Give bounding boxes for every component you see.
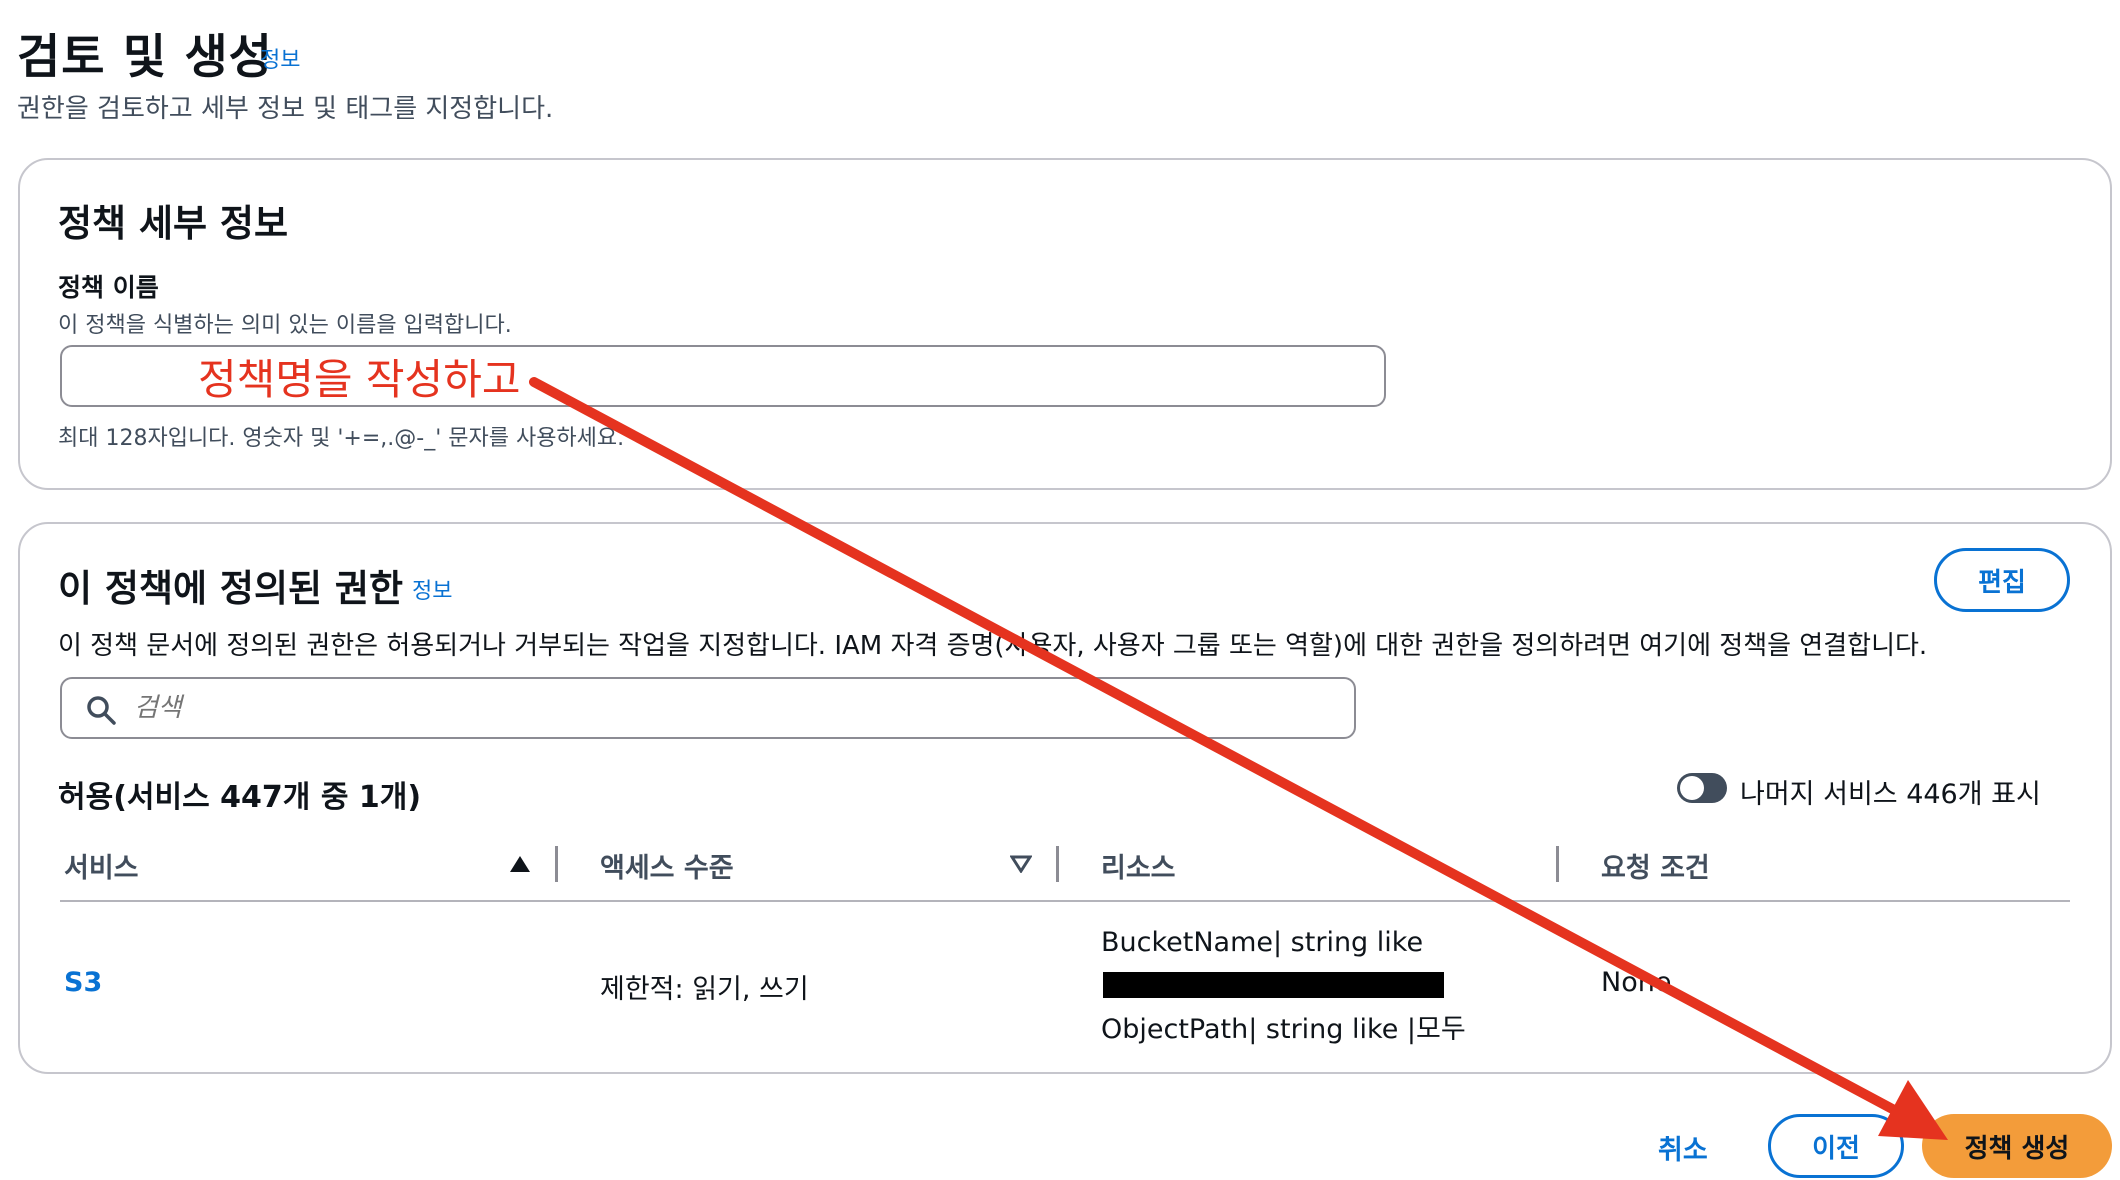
column-request-condition[interactable]: 요청 조건	[1601, 846, 1710, 885]
column-access-level[interactable]: 액세스 수준	[600, 846, 734, 885]
info-link[interactable]: 정보	[260, 42, 300, 74]
search-box[interactable]	[60, 677, 1356, 739]
policy-details-heading: 정책 세부 정보	[58, 202, 289, 245]
page-title: 검토 및 생성	[17, 30, 273, 85]
redacted-bar	[1103, 972, 1444, 998]
search-input[interactable]	[134, 687, 1334, 729]
toggle-knob	[1680, 776, 1704, 800]
policy-name-label: 정책 이름	[58, 273, 159, 302]
table-header-divider	[1070, 900, 2070, 902]
table-header-divider	[60, 900, 1070, 902]
permissions-info-link[interactable]: 정보	[412, 573, 452, 605]
column-divider[interactable]	[1556, 846, 1559, 882]
toggle-label: 나머지 서비스 446개 표시	[1740, 779, 2041, 810]
resource-bucket: BucketName| string like	[1101, 927, 1424, 958]
resource-object: ObjectPath| string like |모두	[1101, 1014, 1466, 1045]
permissions-description: 이 정책 문서에 정의된 권한은 허용되거나 거부되는 작업을 지정합니다. I…	[58, 631, 1928, 661]
request-condition-value: None	[1601, 967, 1672, 998]
cancel-button[interactable]: 취소	[1658, 1128, 1708, 1167]
service-link-s3[interactable]: S3	[64, 967, 102, 998]
edit-button[interactable]: 편집	[1934, 548, 2070, 612]
column-resource[interactable]: 리소스	[1101, 846, 1176, 885]
previous-button[interactable]: 이전	[1768, 1114, 1904, 1178]
column-service[interactable]: 서비스	[64, 846, 139, 885]
column-divider[interactable]	[1056, 846, 1059, 882]
permissions-heading: 이 정책에 정의된 권한	[58, 567, 404, 610]
annotation-text: 정책명을 작성하고	[198, 355, 521, 404]
column-divider[interactable]	[555, 846, 558, 882]
access-level-value: 제한적: 읽기, 쓰기	[600, 974, 809, 1005]
page-subtitle: 권한을 검토하고 세부 정보 및 태그를 지정합니다.	[17, 94, 554, 124]
sort-ascending-icon[interactable]	[509, 855, 531, 877]
create-policy-button[interactable]: 정책 생성	[1922, 1114, 2112, 1178]
show-remaining-toggle[interactable]	[1677, 773, 1727, 803]
policy-name-description: 이 정책을 식별하는 의미 있는 이름을 입력합니다.	[58, 313, 512, 338]
search-icon	[86, 695, 116, 729]
policy-name-hint: 최대 128자입니다. 영숫자 및 '+=,.@-_' 문자를 사용하세요.	[58, 426, 625, 451]
sort-descending-icon[interactable]	[1009, 855, 1033, 877]
allow-title: 허용(서비스 447개 중 1개)	[58, 780, 422, 815]
